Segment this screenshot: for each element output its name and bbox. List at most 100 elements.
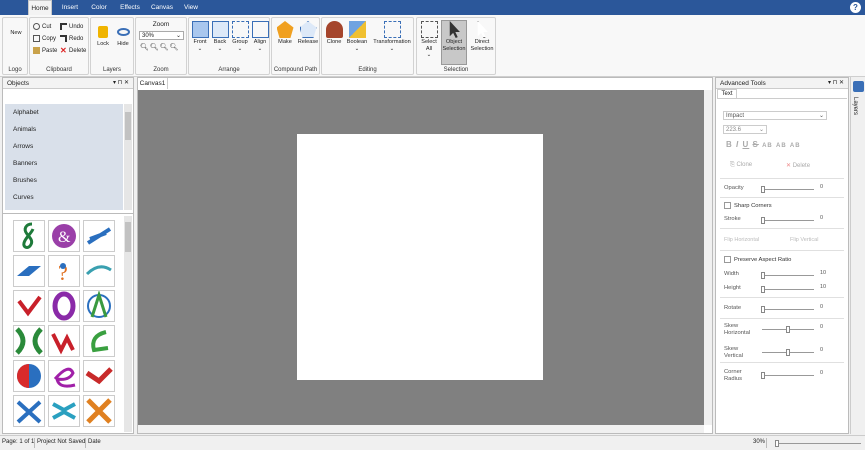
align-button[interactable]: Align ⌄ [250,21,270,52]
logo-thumbnail[interactable] [13,255,45,287]
logo-thumbnail[interactable] [83,290,115,322]
logo-thumbnail[interactable] [83,395,115,427]
height-slider[interactable] [761,286,814,293]
tab-insert[interactable]: Insert [57,0,83,15]
artboard[interactable] [297,134,543,380]
skew-horizontal-knob[interactable] [786,326,790,333]
tab-effects[interactable]: Effects [115,0,145,15]
layers-tab[interactable]: Layers [852,97,858,115]
corner-radius-knob[interactable] [761,372,765,379]
shadow-button[interactable]: AB [762,143,773,149]
logo-thumbnail[interactable] [83,220,115,252]
logo-thumbnail[interactable] [83,325,115,357]
delete-button[interactable]: ✕ Delete [60,47,86,56]
boolean-button[interactable]: Boolean ⌄ [345,21,369,52]
clone-button[interactable]: Clone [324,21,344,46]
category-banners[interactable]: Banners [5,155,123,172]
logo-thumbnail[interactable] [83,255,115,287]
object-selection-button[interactable]: Object Selection [441,20,467,65]
opacity-knob[interactable] [761,186,765,193]
emboss-button[interactable]: AB [790,143,801,149]
canvas-area[interactable] [138,90,704,425]
zoom-slider[interactable] [775,440,861,447]
layers-icon[interactable] [853,81,864,92]
stroke-slider[interactable] [761,217,814,224]
rotate-slider[interactable] [761,306,814,313]
canvas-vertical-scrollbar[interactable] [704,90,712,425]
category-curves[interactable]: Curves [5,189,123,206]
category-animals[interactable]: Animals [5,121,123,138]
logo-thumbnail[interactable] [13,325,45,357]
corner-radius-slider[interactable] [761,372,814,379]
strike-button[interactable]: S [753,140,759,149]
group-button[interactable]: Group ⌄ [230,21,250,52]
flip-horizontal-button[interactable]: Flip Horizontal [724,237,759,243]
copy-button[interactable]: Copy [33,35,56,44]
rotate-knob[interactable] [761,306,765,313]
italic-button[interactable]: I [736,140,739,149]
canvas-horizontal-scrollbar[interactable] [138,425,704,433]
logo-thumbnail[interactable] [13,220,45,252]
skew-vertical-knob[interactable] [786,349,790,356]
tab-view[interactable]: View [179,0,203,15]
logo-thumbnail[interactable] [83,360,115,392]
logo-thumbnail[interactable]: & [48,220,80,252]
logo-thumbnail[interactable] [48,290,80,322]
opacity-slider[interactable] [761,186,814,193]
zoom-select[interactable]: 30% ⌄ [139,31,184,40]
category-scrollbar[interactable] [124,104,132,210]
transformation-button[interactable]: Transformation ⌄ [370,21,414,52]
skew-vertical-slider[interactable] [762,349,814,356]
bold-button[interactable]: B [726,140,733,149]
preserve-aspect-checkbox[interactable]: Preserve Aspect Ratio [724,256,791,263]
new-button[interactable]: New [6,30,26,37]
canvas-tab[interactable]: Canvas1 [138,78,168,89]
category-arrows[interactable]: Arrows [5,138,123,155]
logo-thumbnail[interactable]: ? [48,255,80,287]
tab-color[interactable]: Color [87,0,111,15]
skew-horizontal-slider[interactable] [762,326,814,333]
logo-thumbnail[interactable] [48,325,80,357]
tab-text[interactable]: Text [717,89,737,98]
undo-button[interactable]: Undo [60,23,83,32]
font-size-select[interactable]: 223.6 ⌄ [723,125,767,134]
clone-text-button[interactable]: ⎘ Clone [730,162,752,169]
make-button[interactable]: Make [275,21,295,46]
logo-thumbnail[interactable] [13,360,45,392]
width-knob[interactable] [761,272,765,279]
stroke-knob[interactable] [761,217,765,224]
back-button[interactable]: Back ⌄ [210,21,230,52]
logo-thumbnail[interactable] [13,290,45,322]
panel-controls-icon[interactable]: ▾ ⊓ ✕ [113,78,129,89]
panel-controls-icon[interactable]: ▾ ⊓ ✕ [828,78,844,89]
outline-button[interactable]: AB [776,143,787,149]
logo-thumbnail[interactable] [13,395,45,427]
flip-vertical-button[interactable]: Flip Vertical [790,237,818,243]
width-slider[interactable] [761,272,814,279]
cut-button[interactable]: Cut [33,23,51,32]
lock-button[interactable]: Lock [93,26,113,48]
delete-text-button[interactable]: ✕ Delete [786,162,810,169]
redo-button[interactable]: Redo [60,35,83,44]
help-icon[interactable]: ? [850,2,861,13]
category-alphabet[interactable]: Alphabet [5,104,123,121]
font-select[interactable]: Impact ⌄ [723,111,827,120]
release-button[interactable]: Release [297,21,319,46]
logo-thumbnail[interactable] [48,360,80,392]
tab-canvas[interactable]: Canvas [148,0,176,15]
front-button[interactable]: Front ⌄ [190,21,210,52]
zoom-buttons[interactable]: 🔍︎🔍︎🔍︎🔍︎ [140,43,180,51]
select-all-button[interactable]: Select All ⌄ [418,21,440,59]
sharp-corners-checkbox[interactable]: Sharp Corners [724,202,772,209]
thumbnail-scrollbar[interactable] [124,216,132,432]
direct-selection-button[interactable]: Direct Selection [469,21,495,52]
text-style-buttons[interactable]: B I U S AB AB AB [726,140,801,149]
height-knob[interactable] [761,286,765,293]
hide-button[interactable]: Hide [113,26,133,48]
category-brushes[interactable]: Brushes [5,172,123,189]
underline-button[interactable]: U [742,140,749,149]
logo-thumbnail[interactable] [48,395,80,427]
tab-home[interactable]: Home [28,0,52,15]
paste-button[interactable]: Paste [33,47,57,56]
zoom-knob[interactable] [775,440,779,447]
